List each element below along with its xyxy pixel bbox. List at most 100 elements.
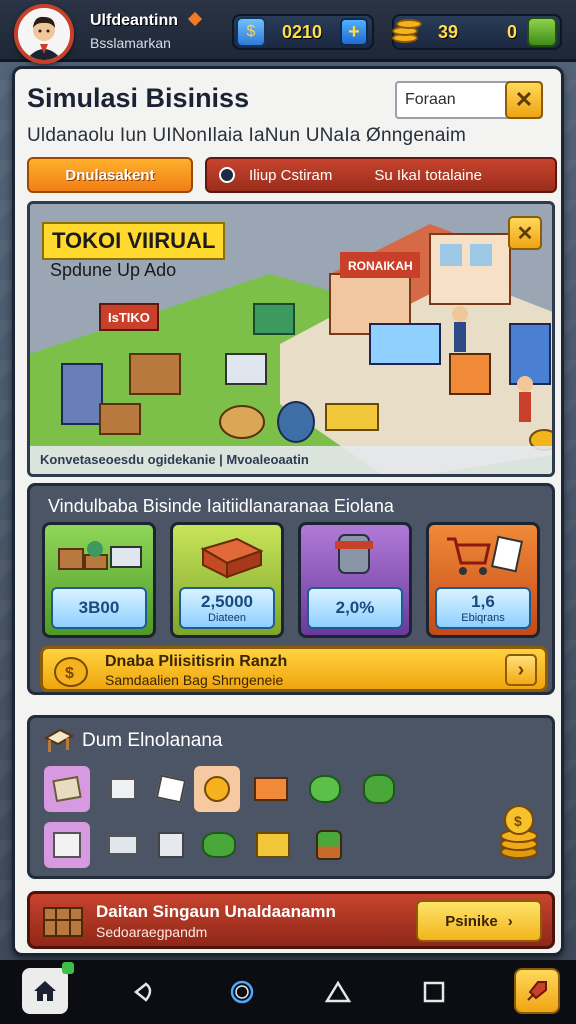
svg-text:$: $ — [65, 665, 74, 682]
item-slot-boxes[interactable] — [100, 822, 146, 868]
paper-icon — [110, 778, 136, 800]
plant-icon — [363, 774, 395, 804]
building-icon — [200, 537, 264, 579]
gold-box-icon — [256, 832, 290, 858]
item-slot-cloth[interactable] — [44, 766, 90, 812]
page-subtitle: Uldanaolu Iun UINonIlaia IaNun UNaIa Ønn… — [27, 125, 467, 146]
footer-title: Daitan Singaun Unaldaanamn — [96, 902, 336, 921]
item-slot-potted-plant[interactable] — [306, 822, 352, 868]
stat-card-3[interactable]: 2,0% — [298, 522, 412, 638]
currency-3-value: 0 — [506, 21, 517, 42]
crate-plants-icon — [58, 541, 142, 570]
triangle-icon[interactable] — [324, 978, 352, 1006]
item-slot-crate[interactable] — [248, 766, 294, 812]
item-slot-paper[interactable] — [100, 766, 146, 812]
table-icon — [44, 728, 74, 752]
player-subtitle: Bsslamarkan — [90, 35, 171, 51]
promo-subtitle: Samdaalien Bag Shrngeneie — [105, 672, 284, 688]
stat-card-2[interactable]: 2,5000 Diateen — [170, 522, 284, 638]
currency-pill-2: 39 0 — [392, 14, 562, 50]
barrel-icon — [335, 534, 373, 574]
cloth-icon — [52, 775, 82, 803]
item-slot-leaf[interactable] — [302, 766, 348, 812]
boxes-icon — [108, 835, 138, 855]
cart-receipt-icon — [447, 535, 524, 575]
items-panel: Dum Elnolanana $ — [27, 715, 555, 879]
stats-panel: Vindulbaba Bisinde Iaitiidlanaranaa Eiol… — [27, 483, 555, 695]
store-sign-2: RONAIKAH — [348, 259, 413, 273]
item-slot-plant[interactable] — [356, 766, 402, 812]
search-input[interactable]: Foraan ✕ — [395, 81, 543, 119]
item-slot-bush[interactable] — [196, 822, 242, 868]
item-slot-coins[interactable] — [194, 766, 240, 812]
close-icon[interactable]: ✕ — [505, 81, 543, 119]
scene-caption: Konvetaseoesdu ogidekanie | Mvoaleoaatin — [30, 446, 552, 474]
stat-card-4[interactable]: 1,6 Ebiqrans — [426, 522, 540, 638]
radio-icon[interactable] — [219, 167, 235, 183]
bush-icon — [202, 832, 236, 858]
treasure-crate-icon — [43, 907, 83, 937]
scene-title: TOKOI VIIRUAL — [42, 222, 226, 260]
back-icon[interactable] — [130, 978, 158, 1006]
stat-card-1[interactable]: 3B00 — [42, 522, 156, 638]
circle-home-icon[interactable] — [228, 978, 256, 1006]
footer-subtitle: Sedoaraegpandm — [96, 924, 208, 940]
currency-1-value: 0210 — [282, 21, 323, 42]
store-scene[interactable]: RONAIKAH IsTIKO TOKOI VIIRUAL Spdune Up … — [27, 201, 555, 477]
chevron-right-icon[interactable]: › — [505, 654, 537, 686]
settings-gear-icon[interactable] — [527, 17, 557, 47]
item-slot-box[interactable] — [44, 822, 90, 868]
stats-title: Vindulbaba Bisinde Iaitiidlanaranaa Eiol… — [48, 496, 394, 516]
footer-action-button[interactable]: Psinike › — [416, 900, 542, 942]
coin-stack-icon — [388, 15, 424, 49]
page-title: Simulasi Bisiniss — [27, 83, 250, 113]
avatar[interactable] — [14, 4, 74, 64]
potted-plant-icon — [316, 830, 342, 860]
square-icon[interactable] — [420, 978, 448, 1006]
items-title: Dum Elnolanana — [82, 730, 223, 751]
stat-value-3: 2,0% — [307, 587, 403, 629]
crate-icon — [254, 777, 288, 801]
coin-icon: $ — [54, 657, 88, 687]
box-icon — [53, 832, 81, 858]
notes-icon — [155, 774, 187, 804]
currency-pill-1: $ 0210 + — [232, 14, 374, 50]
player-name: Ulfdeantinn — [90, 12, 178, 29]
currency-2-value: 39 — [438, 21, 459, 42]
add-currency-1-button[interactable]: + — [340, 18, 368, 46]
close-icon[interactable]: ✕ — [508, 216, 542, 250]
promo-banner[interactable]: $ Dnaba Pliisitisrin Ranzh Samdaalien Ba… — [40, 646, 548, 692]
home-icon — [34, 981, 56, 1001]
promo-title: Dnaba Pliisitisrin Ranzh — [105, 653, 288, 670]
notification-badge — [62, 962, 74, 974]
coin-pile-icon: $ — [500, 805, 538, 859]
top-bar: Ulfdeantinn Bsslamarkan $ 0210 + 39 0 — [0, 0, 576, 64]
footer-button-label: Psinike — [445, 912, 498, 930]
businessman-icon — [18, 8, 70, 60]
bottom-nav — [0, 960, 576, 1024]
tab-bar: Iliup Cstiram Su IkaI totalaine — [205, 157, 557, 193]
home-button[interactable] — [22, 962, 74, 1014]
item-slot-calculator[interactable] — [148, 822, 194, 868]
calculator-icon — [158, 832, 184, 858]
item-slot-notes[interactable] — [148, 766, 194, 812]
leaf-icon — [309, 775, 341, 803]
footer-banner: Daitan Singaun Unaldaanamn Sedoaraegpand… — [27, 891, 555, 949]
stat-value-1: 3B00 — [51, 587, 147, 629]
svg-text:$: $ — [514, 813, 522, 829]
search-placeholder: Foraan — [405, 91, 456, 108]
chevron-right-icon: › — [507, 912, 513, 930]
scene-subtitle: Spdune Up Ado — [50, 260, 177, 280]
main-panel: Simulasi Bisiniss Foraan ✕ Uldanaolu Iun… — [12, 66, 564, 956]
coins-icon — [204, 776, 230, 802]
cash-icon: $ — [236, 17, 266, 47]
item-slot-gold-box[interactable] — [250, 822, 296, 868]
tab-primary[interactable]: Dnulasakent — [27, 157, 193, 193]
stat-value-2: 2,5000 Diateen — [179, 587, 275, 629]
store-sign-1: IsTIKO — [108, 310, 150, 325]
rocket-icon[interactable] — [514, 968, 560, 1014]
tab-system[interactable]: Iliup Cstiram — [249, 167, 332, 184]
level-up-icon — [187, 11, 203, 27]
tab-total[interactable]: Su IkaI totalaine — [374, 167, 482, 184]
stat-value-4: 1,6 Ebiqrans — [435, 587, 531, 629]
